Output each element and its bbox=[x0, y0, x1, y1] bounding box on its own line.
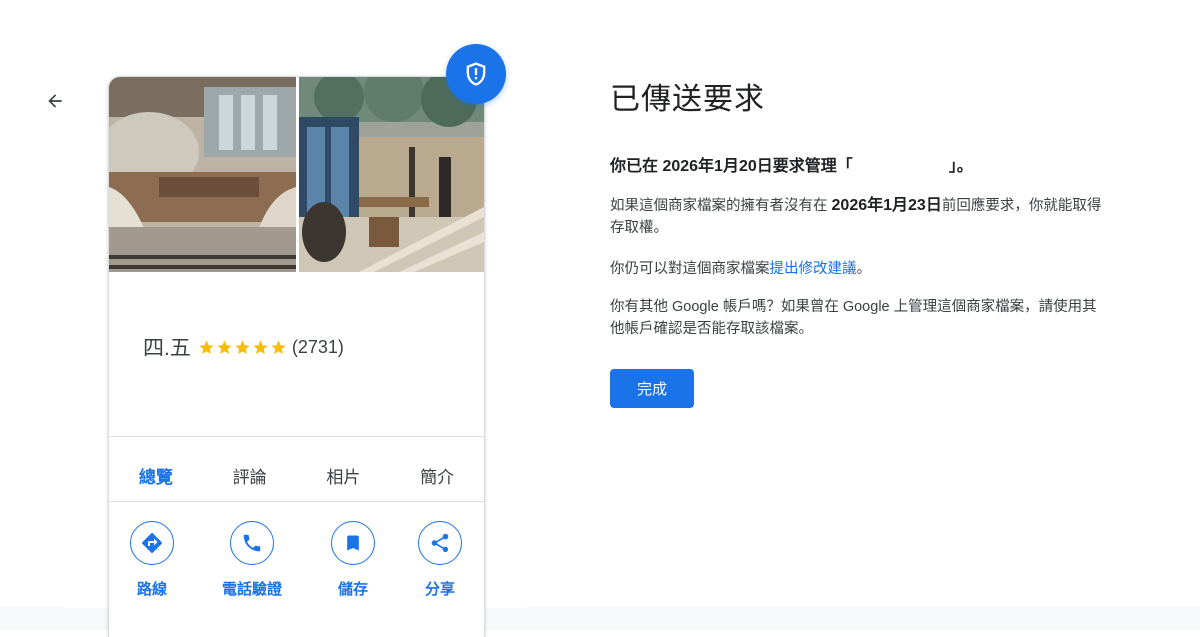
shield-icon bbox=[466, 62, 486, 86]
suggest-edit-paragraph: 你仍可以對這個商家檔案提出修改建議。 bbox=[610, 258, 1106, 280]
tab-about[interactable]: 簡介 bbox=[390, 455, 484, 495]
bookmark-icon bbox=[347, 535, 359, 551]
business-name: 四.五 bbox=[143, 337, 191, 360]
business-summary: 四.五 (2731) bbox=[143, 332, 344, 362]
star-icon bbox=[253, 339, 268, 354]
action-buttons: 路線 電話驗證 儲存 分享 bbox=[109, 521, 484, 611]
suggest-edit-link[interactable]: 提出修改建議 bbox=[770, 261, 857, 277]
review-count[interactable]: (2731) bbox=[292, 337, 344, 358]
tabs-bottom-divider bbox=[109, 501, 484, 502]
access-info-paragraph: 如果這個商家檔案的擁有者沒有在 2026年1月23日前回應要求，你就能取得存取權… bbox=[610, 195, 1106, 239]
request-summary: 你已在 2026年1月20日要求管理「 」。 bbox=[610, 152, 973, 176]
access-deadline-date: 2026年1月23日 bbox=[831, 197, 942, 214]
share-label: 分享 bbox=[424, 581, 455, 598]
suggest-edit-suffix: 。 bbox=[856, 261, 872, 277]
back-button[interactable] bbox=[42, 88, 68, 114]
redacted-business-name bbox=[853, 156, 949, 172]
arrow-back-icon bbox=[48, 94, 62, 108]
business-profile-card: 四.五 (2731) 總覽 評論 相片 簡介 路線 電話驗證 儲存 分享 bbox=[108, 76, 485, 637]
request-summary-prefix: 你已在 2026年1月20日要求管理「 bbox=[610, 158, 853, 175]
phone-icon bbox=[243, 534, 261, 552]
star-icon bbox=[199, 339, 214, 354]
request-summary-suffix: 」。 bbox=[948, 158, 973, 175]
share-button[interactable]: 分享 bbox=[398, 521, 482, 599]
other-account-paragraph: 你有其他 Google 帳戶嗎？如果曾在 Google 上管理這個商家檔案，請使… bbox=[610, 299, 1097, 337]
directions-label: 路線 bbox=[136, 581, 167, 598]
tab-overview[interactable]: 總覽 bbox=[109, 455, 203, 495]
restaurant-photo-interior bbox=[109, 77, 296, 272]
phone-verify-label: 電話驗證 bbox=[221, 581, 282, 598]
tab-photos[interactable]: 相片 bbox=[297, 455, 391, 495]
verification-shield-badge bbox=[446, 44, 506, 104]
profile-tabs: 總覽 評論 相片 簡介 bbox=[109, 455, 484, 495]
save-label: 儲存 bbox=[337, 581, 368, 598]
save-button-circle bbox=[331, 521, 375, 565]
restaurant-photo-dining bbox=[299, 77, 484, 272]
share-icon bbox=[431, 533, 449, 553]
share-button-circle bbox=[418, 521, 462, 565]
directions-icon bbox=[142, 533, 162, 553]
star-icon bbox=[271, 339, 286, 354]
done-button[interactable]: 完成 bbox=[610, 369, 694, 408]
page-title: 已傳送要求 bbox=[610, 83, 765, 116]
star-icon bbox=[217, 339, 232, 354]
save-button[interactable]: 儲存 bbox=[311, 521, 395, 599]
tabs-top-divider bbox=[109, 436, 484, 437]
request-sent-panel: 已傳送要求 你已在 2026年1月20日要求管理「 」。 如果這個商家檔案的擁有… bbox=[610, 74, 1110, 408]
star-icon bbox=[235, 339, 250, 354]
suggest-edit-prefix: 你仍可以對這個商家檔案 bbox=[610, 261, 770, 277]
directions-button[interactable]: 路線 bbox=[110, 521, 194, 599]
star-rating bbox=[198, 339, 288, 356]
tab-reviews[interactable]: 評論 bbox=[203, 455, 297, 495]
directions-button-circle bbox=[130, 521, 174, 565]
phone-button-circle bbox=[230, 521, 274, 565]
access-info-prefix: 如果這個商家檔案的擁有者沒有在 bbox=[610, 198, 832, 214]
phone-verify-button[interactable]: 電話驗證 bbox=[210, 521, 294, 599]
